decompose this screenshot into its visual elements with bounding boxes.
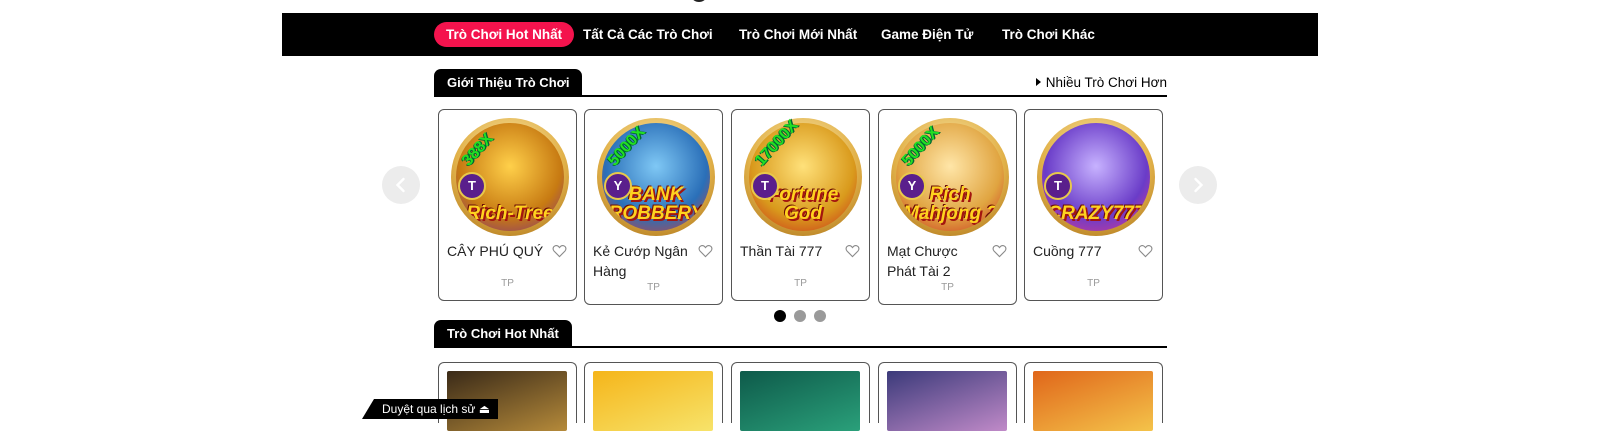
carousel-prev-button[interactable] (382, 166, 420, 204)
browse-history-tab[interactable]: Duyệt qua lịch sử ⏏ (361, 399, 499, 419)
provider-badge-icon: T (458, 172, 486, 200)
game-card[interactable]: Fortune God 17000X T Thần Tài 777 TP (731, 109, 870, 301)
intro-section-title: Giới Thiệu Trò Chơi (434, 69, 583, 95)
hot-section-title: Trò Chơi Hot Nhất (434, 320, 572, 346)
top-navigation-bar: Trò Chơi Hot Nhất Tất Cả Các Trò Chơi Tr… (282, 13, 1318, 56)
hot-game-thumbnail[interactable] (1033, 371, 1153, 431)
game-card[interactable]: Rich Mahjong 2 5000X Y Mạt Chược Phát Tài 2… (878, 109, 1017, 305)
favorite-heart-icon[interactable] (698, 244, 713, 258)
caret-right-icon (1035, 78, 1041, 86)
game-thumbnail[interactable]: Fortune God 17000X T (744, 117, 862, 236)
browse-history-label: Duyệt qua lịch sử (382, 402, 476, 416)
provider-badge-icon: T (751, 172, 779, 200)
hot-game-card[interactable] (1024, 362, 1163, 431)
intro-section-header: Giới Thiệu Trò Chơi Nhiều Trò Chơi Hơn (434, 69, 1167, 97)
nav-tab-all-games[interactable]: Tất Cả Các Trò Chơi (571, 22, 725, 47)
nav-tab-other-games[interactable]: Trò Chơi Khác (990, 22, 1107, 47)
hot-game-card[interactable] (731, 362, 870, 431)
game-title[interactable]: Thần Tài 777 (740, 241, 840, 261)
provider-label: TP (941, 282, 954, 293)
more-games-label: Nhiều Trò Chơi Hơn (1045, 75, 1167, 90)
provider-label: TP (501, 278, 514, 289)
game-logo-text: CRAZY777 (1047, 203, 1145, 224)
game-card[interactable]: CRAZY777 T Cuồng 777 TP (1024, 109, 1163, 301)
game-card[interactable]: BANK ROBBERY 5000X Y Kẻ Cướp Ngân Hàng TP (584, 109, 723, 305)
game-title[interactable]: CÂY PHÚ QUÝ (447, 241, 547, 261)
hot-section-header: Trò Chơi Hot Nhất (434, 320, 1167, 348)
game-thumbnail[interactable]: Rich-Tree 388X T (451, 118, 569, 236)
game-thumbnail[interactable]: BANK ROBBERY 5000X Y (597, 118, 715, 236)
game-title[interactable]: Cuồng 777 (1033, 241, 1133, 261)
game-title[interactable]: Kẻ Cướp Ngân Hàng (593, 241, 693, 281)
game-thumbnail[interactable]: CRAZY777 T (1037, 118, 1155, 236)
provider-badge-icon: Y (898, 172, 926, 200)
nav-tab-electronic-games[interactable]: Game Điện Tử (869, 22, 985, 47)
provider-label: TP (647, 282, 660, 293)
provider-badge-icon: T (1044, 172, 1072, 200)
game-thumbnail[interactable]: Rich Mahjong 2 5000X Y (891, 118, 1009, 236)
chevron-left-icon (395, 177, 405, 193)
game-title[interactable]: Mạt Chược Phát Tài 2 (887, 241, 987, 281)
favorite-heart-icon[interactable] (992, 244, 1007, 258)
hot-game-thumbnail[interactable] (740, 371, 860, 431)
provider-badge-icon: Y (604, 172, 632, 200)
game-card[interactable]: Rich-Tree 388X T CÂY PHÚ QUÝ TP (438, 109, 577, 301)
provider-label: TP (794, 278, 807, 289)
eject-up-icon: ⏏ (478, 402, 491, 416)
chevron-right-icon (1194, 177, 1204, 193)
hot-game-card[interactable] (584, 362, 723, 431)
provider-label: TP (1087, 278, 1100, 289)
header-logo-fragment (692, 0, 706, 2)
favorite-heart-icon[interactable] (552, 244, 567, 258)
hot-game-thumbnail[interactable] (593, 371, 713, 431)
hot-game-card[interactable] (878, 362, 1017, 431)
nav-tab-new-games[interactable]: Trò Chơi Mới Nhất (727, 22, 869, 47)
favorite-heart-icon[interactable] (1138, 244, 1153, 258)
hot-game-thumbnail[interactable] (887, 371, 1007, 431)
game-logo-text: Rich-Tree (466, 203, 554, 224)
carousel-next-button[interactable] (1179, 166, 1217, 204)
nav-tab-hot-games[interactable]: Trò Chơi Hot Nhất (434, 22, 575, 47)
more-games-link[interactable]: Nhiều Trò Chơi Hơn (1035, 75, 1167, 90)
favorite-heart-icon[interactable] (845, 244, 860, 258)
